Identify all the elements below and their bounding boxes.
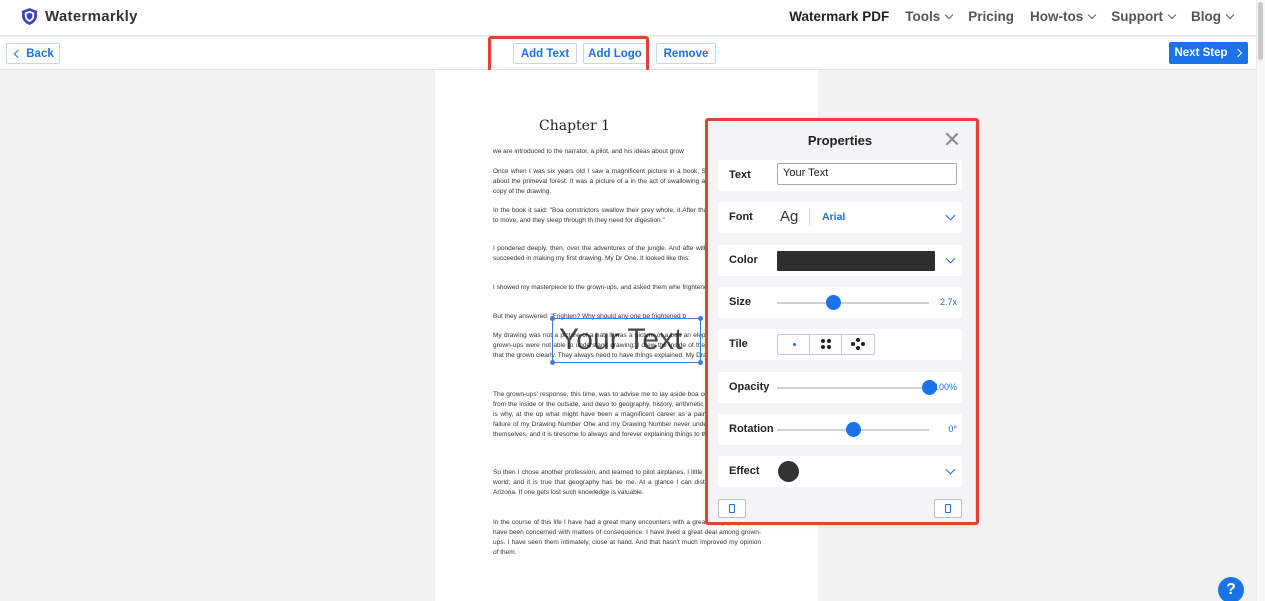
top-navbar: Watermarkly Watermark PDF Tools Pricing …: [0, 0, 1265, 36]
nav-support[interactable]: Support: [1111, 9, 1177, 24]
chevron-down-icon: [1088, 10, 1097, 20]
chevron-right-icon: [1233, 48, 1242, 58]
scrollbar-thumb[interactable]: [1258, 2, 1263, 60]
nav-watermark-pdf[interactable]: Watermark PDF: [789, 9, 889, 24]
resize-handle[interactable]: [550, 360, 555, 365]
resize-handle[interactable]: [550, 316, 555, 321]
back-label: Back: [26, 47, 54, 60]
nav-label: Watermark PDF: [789, 9, 890, 24]
back-button[interactable]: Back: [6, 43, 60, 64]
page-scrollbar[interactable]: [1256, 0, 1265, 601]
chevron-down-icon: [944, 10, 954, 20]
nav-label: Pricing: [968, 9, 1014, 24]
main-nav: Watermark PDF Tools Pricing How-tos Supp…: [789, 9, 1235, 24]
watermark-text: Your Text: [559, 323, 683, 356]
nav-label: Tools: [905, 9, 941, 24]
shield-icon: [22, 8, 37, 25]
highlight-frame-toolbar: [488, 36, 649, 73]
chapter-title: Chapter 1: [539, 118, 610, 134]
remove-button[interactable]: Remove: [656, 43, 716, 64]
next-step-button[interactable]: Next Step: [1169, 42, 1248, 64]
nav-how-tos[interactable]: How-tos: [1030, 9, 1097, 24]
brand[interactable]: Watermarkly: [22, 8, 138, 25]
resize-handle[interactable]: [698, 360, 703, 365]
nav-label: How-tos: [1030, 9, 1084, 24]
next-step-label: Next Step: [1174, 47, 1228, 59]
highlight-frame-panel: [705, 118, 979, 525]
nav-pricing[interactable]: Pricing: [968, 9, 1014, 24]
chevron-left-icon: [14, 49, 23, 58]
help-button[interactable]: ?: [1218, 577, 1244, 601]
chevron-down-icon: [1167, 10, 1177, 20]
nav-tools[interactable]: Tools: [905, 9, 954, 24]
nav-label: Support: [1111, 9, 1163, 24]
resize-handle[interactable]: [698, 316, 703, 321]
chevron-down-icon: [1225, 10, 1235, 20]
watermark-text-box[interactable]: Your Text: [550, 316, 703, 365]
help-icon: ?: [1226, 581, 1236, 598]
nav-blog[interactable]: Blog: [1191, 9, 1235, 24]
brand-name: Watermarkly: [45, 8, 138, 25]
nav-label: Blog: [1191, 9, 1221, 24]
